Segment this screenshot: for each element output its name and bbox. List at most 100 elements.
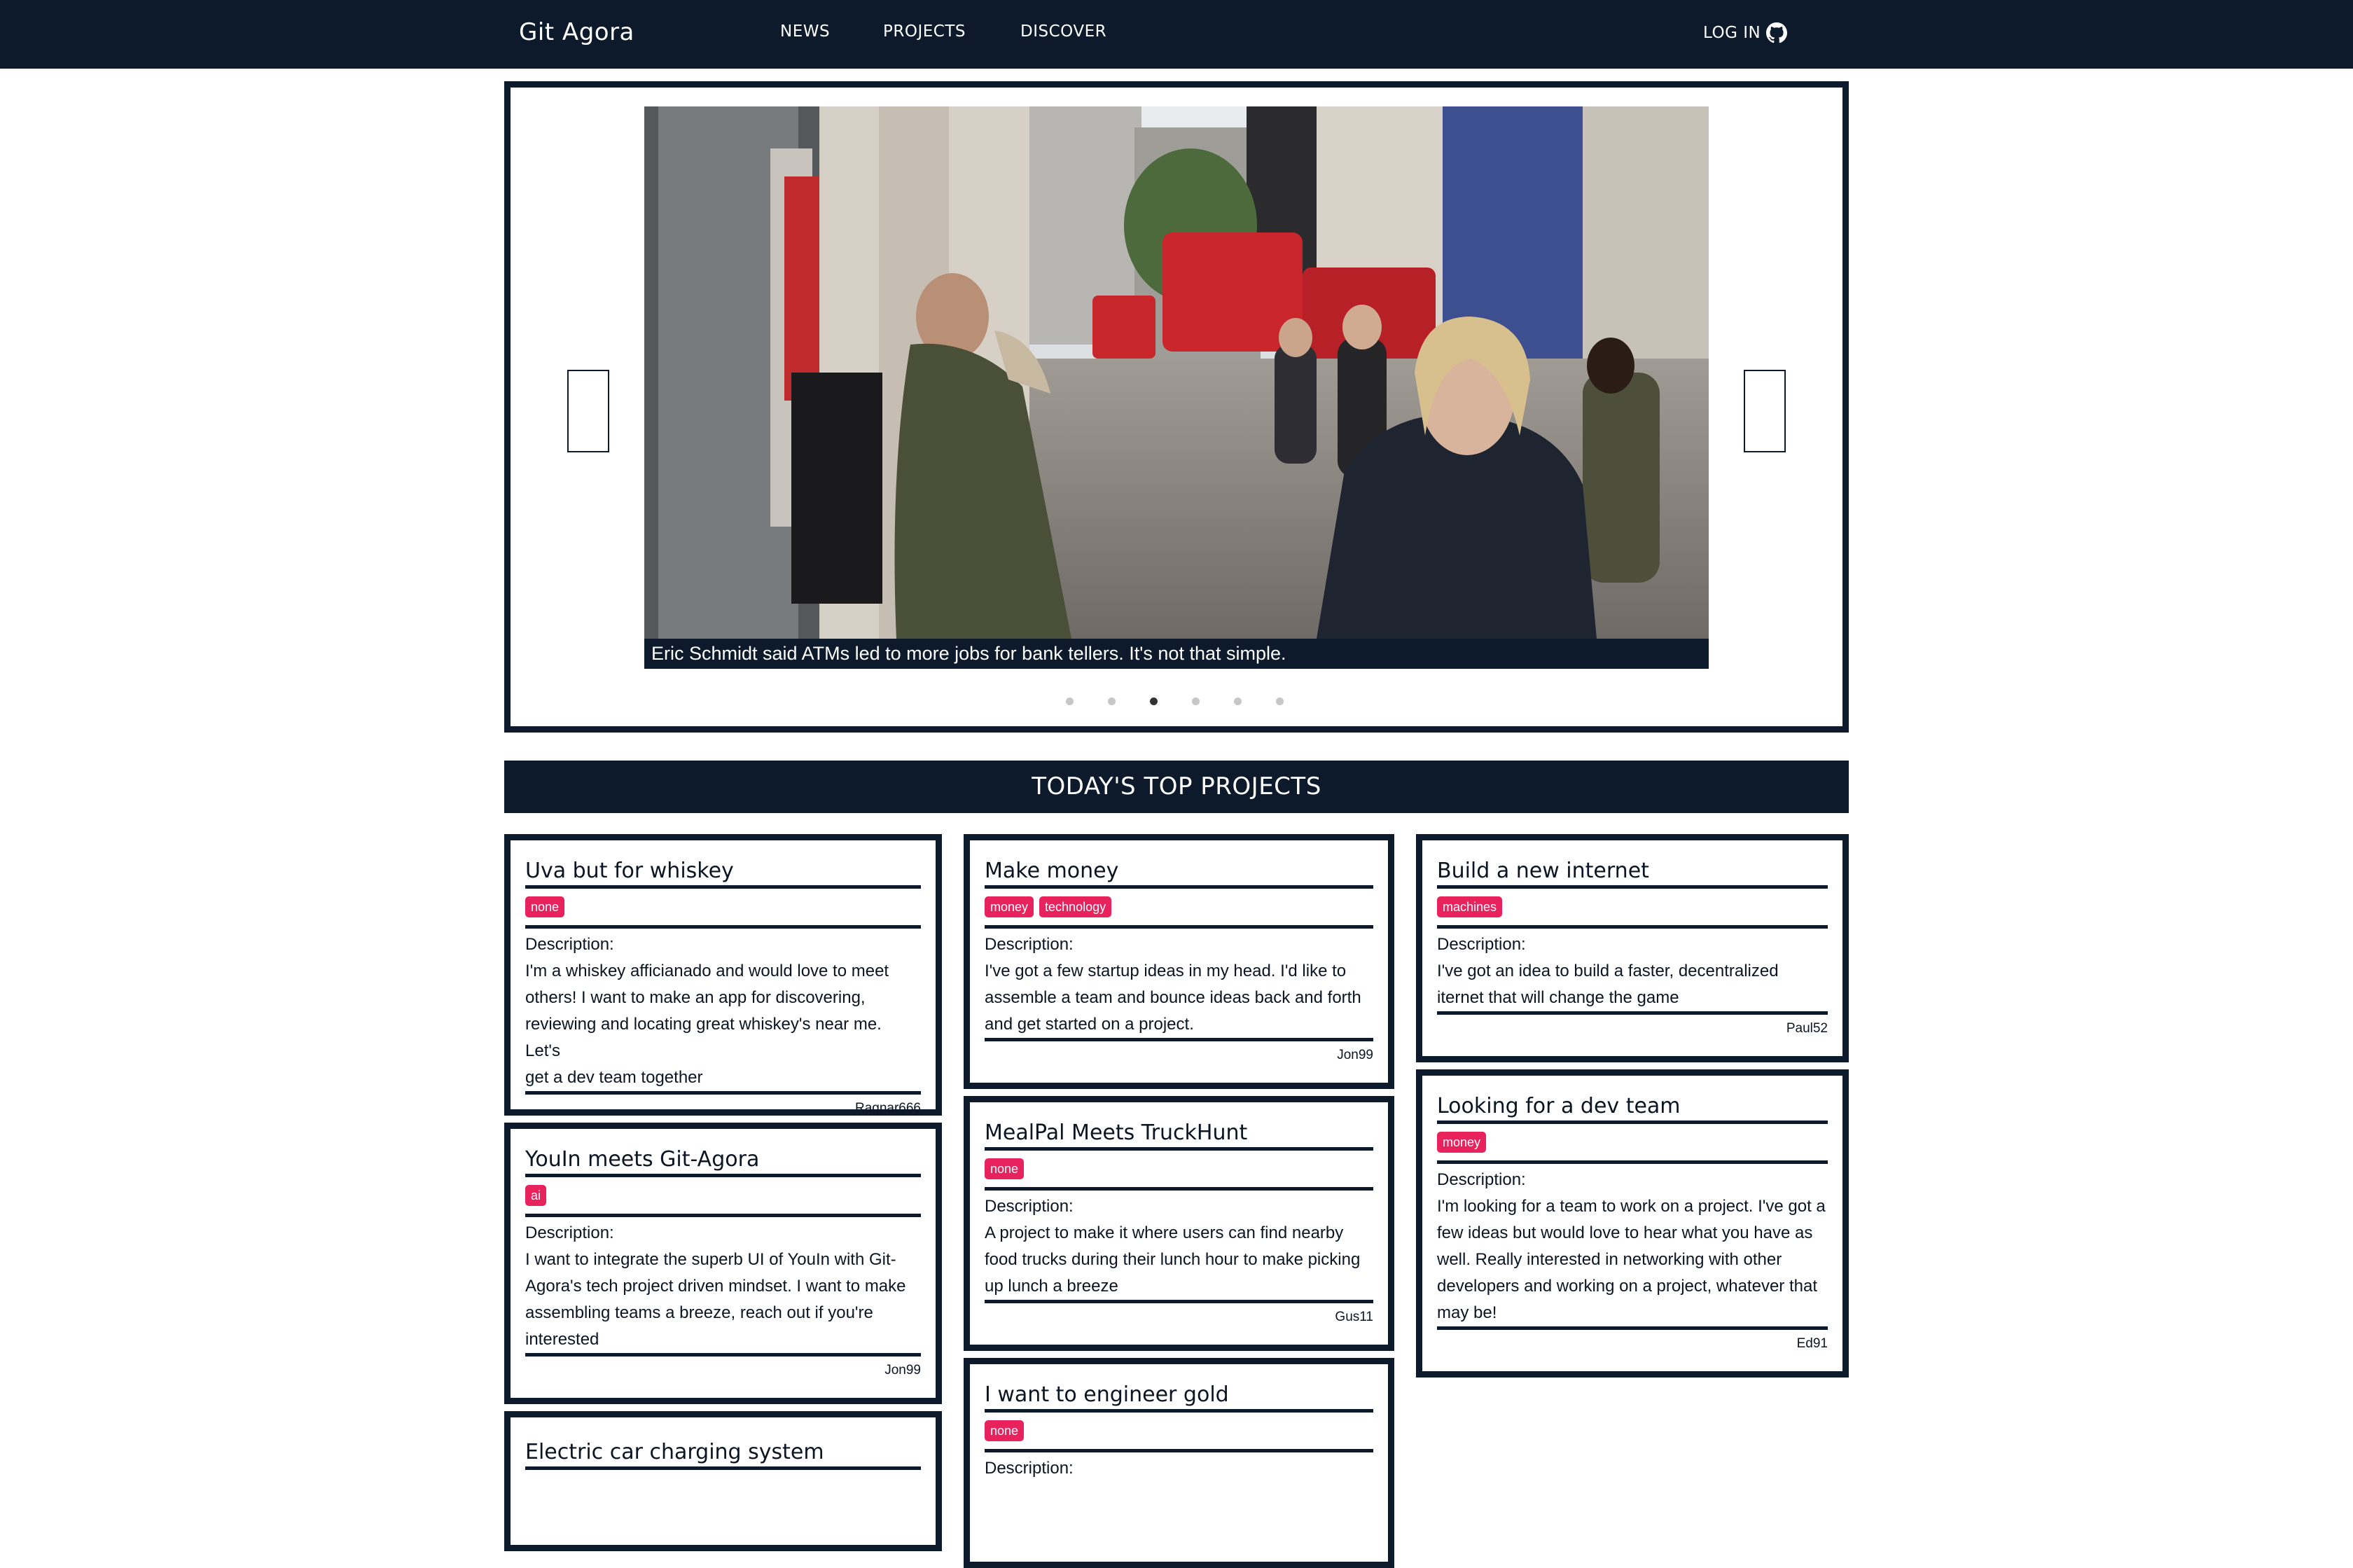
project-author[interactable]: Gus11 bbox=[985, 1307, 1373, 1327]
description-label: Description: bbox=[525, 1223, 614, 1242]
description-line: I've got an idea to build a faster, dece… bbox=[1437, 962, 1779, 980]
description-line: up lunch a breeze bbox=[985, 1277, 1118, 1296]
divider bbox=[985, 1187, 1373, 1191]
section-header: TODAY'S TOP PROJECTS bbox=[504, 761, 1849, 813]
divider bbox=[985, 1449, 1373, 1452]
tag-badge[interactable]: money bbox=[985, 896, 1034, 917]
tag-badge[interactable]: machines bbox=[1437, 896, 1503, 917]
divider bbox=[1437, 1160, 1828, 1164]
project-title[interactable]: Make money bbox=[985, 857, 1373, 885]
divider bbox=[1437, 925, 1828, 929]
divider bbox=[525, 1353, 921, 1357]
divider bbox=[525, 925, 921, 929]
project-author[interactable]: Jon99 bbox=[985, 1046, 1373, 1065]
divider bbox=[1437, 1326, 1828, 1330]
project-author[interactable]: Jon99 bbox=[525, 1361, 921, 1380]
tag-badge[interactable]: none bbox=[985, 1420, 1025, 1441]
project-title[interactable]: Build a new internet bbox=[1437, 857, 1828, 885]
tag-badge[interactable]: ai bbox=[525, 1185, 547, 1206]
description-label: Description: bbox=[1437, 935, 1526, 954]
slide-caption[interactable]: Eric Schmidt said ATMs led to more jobs … bbox=[651, 643, 1286, 665]
tag-badge[interactable]: technology bbox=[1039, 896, 1112, 917]
project-card[interactable]: MealPal Meets TruckHunt none Description… bbox=[964, 1096, 1394, 1351]
tag-badge[interactable]: money bbox=[1437, 1132, 1487, 1153]
description-line: get a dev team together bbox=[525, 1068, 703, 1087]
slide-photo bbox=[644, 106, 1709, 639]
section-title: TODAY'S TOP PROJECTS bbox=[1032, 772, 1321, 800]
description-line: may be! bbox=[1437, 1303, 1497, 1322]
description-line: reviewing and locating great whiskey's n… bbox=[525, 1015, 882, 1060]
description-line: A project to make it where users can fin… bbox=[985, 1223, 1344, 1242]
description-line: assemble a team and bounce ideas back an… bbox=[985, 988, 1361, 1007]
description-label: Description: bbox=[985, 1459, 1074, 1478]
tag-list: none bbox=[985, 1413, 1373, 1449]
project-card[interactable]: Make money money technology Description:… bbox=[964, 834, 1394, 1089]
description-line: I'm a whiskey afficianado and would love… bbox=[525, 962, 889, 980]
login-button[interactable]: LOG IN bbox=[1703, 22, 1788, 43]
project-card[interactable]: Uva but for whiskey none Description: I'… bbox=[504, 834, 942, 1116]
project-card[interactable]: I want to engineer gold none Description… bbox=[964, 1358, 1394, 1568]
tag-list: ai bbox=[525, 1177, 921, 1214]
nav-news-link[interactable]: NEWS bbox=[780, 22, 830, 41]
description-line: Agora's tech project driven mindset. I w… bbox=[525, 1277, 906, 1296]
carousel-dot[interactable] bbox=[1066, 698, 1074, 705]
description-line: I want to integrate the superb UI of You… bbox=[525, 1250, 896, 1269]
project-title[interactable]: I want to engineer gold bbox=[985, 1381, 1373, 1409]
caption-bar: Eric Schmidt said ATMs led to more jobs … bbox=[644, 639, 1709, 669]
carousel-dot[interactable] bbox=[1234, 698, 1242, 705]
tag-list: money bbox=[1437, 1124, 1828, 1160]
nav-projects-link[interactable]: PROJECTS bbox=[883, 22, 966, 41]
project-author[interactable]: Ragnar666 bbox=[525, 1099, 921, 1118]
tag-list: machines bbox=[1437, 889, 1828, 925]
description-line: well. Really interested in networking wi… bbox=[1437, 1250, 1782, 1269]
carousel-dot[interactable] bbox=[1150, 698, 1158, 705]
carousel-prev-button[interactable] bbox=[567, 370, 609, 452]
tag-list: none bbox=[985, 1151, 1373, 1187]
carousel-dot[interactable] bbox=[1276, 698, 1284, 705]
description-label: Description: bbox=[985, 1197, 1074, 1216]
description-line: few ideas but would love to hear what yo… bbox=[1437, 1223, 1813, 1242]
nav-discover-link[interactable]: DISCOVER bbox=[1020, 22, 1106, 41]
divider bbox=[985, 1300, 1373, 1303]
project-author[interactable]: Paul52 bbox=[1437, 1019, 1828, 1039]
carousel-slide[interactable]: Eric Schmidt said ATMs led to more jobs … bbox=[644, 106, 1709, 669]
tag-badge[interactable]: none bbox=[525, 896, 565, 917]
project-title[interactable]: Electric car charging system bbox=[525, 1438, 921, 1466]
description-label: Description: bbox=[985, 935, 1074, 954]
tag-list: none bbox=[525, 889, 921, 925]
description-line: food trucks during their lunch hour to m… bbox=[985, 1250, 1361, 1269]
description-line: I'm looking for a team to work on a proj… bbox=[1437, 1197, 1826, 1216]
carousel-dots bbox=[511, 698, 1842, 707]
description-line: I've got a few startup ideas in my head.… bbox=[985, 962, 1347, 980]
project-title[interactable]: YouIn meets Git-Agora bbox=[525, 1146, 921, 1174]
carousel-next-button[interactable] bbox=[1744, 370, 1786, 452]
divider bbox=[1437, 1011, 1828, 1015]
project-title[interactable]: MealPal Meets TruckHunt bbox=[985, 1119, 1373, 1147]
divider bbox=[525, 1214, 921, 1217]
description-line: iternet that will change the game bbox=[1437, 988, 1679, 1007]
project-card[interactable]: Electric car charging system bbox=[504, 1411, 942, 1551]
project-card[interactable]: YouIn meets Git-Agora ai Description: I … bbox=[504, 1123, 942, 1404]
carousel-dot[interactable] bbox=[1192, 698, 1200, 705]
project-card[interactable]: Build a new internet machines Descriptio… bbox=[1416, 834, 1849, 1062]
description-line: and get started on a project. bbox=[985, 1015, 1194, 1034]
divider bbox=[985, 925, 1373, 929]
project-title[interactable]: Uva but for whiskey bbox=[525, 857, 921, 885]
github-icon bbox=[1766, 22, 1788, 43]
description-line: assembling teams a breeze, reach out if … bbox=[525, 1303, 873, 1322]
divider bbox=[525, 1091, 921, 1095]
description-label: Description: bbox=[525, 935, 614, 954]
brand-logo[interactable]: Git Agora bbox=[519, 18, 634, 46]
project-title[interactable]: Looking for a dev team bbox=[1437, 1092, 1828, 1121]
carousel-dot[interactable] bbox=[1108, 698, 1116, 705]
tag-list: money technology bbox=[985, 889, 1373, 925]
description-line: developers and working on a project, wha… bbox=[1437, 1277, 1817, 1296]
tag-badge[interactable]: none bbox=[985, 1158, 1025, 1179]
divider bbox=[525, 1466, 921, 1470]
project-author[interactable]: Ed91 bbox=[1437, 1334, 1828, 1354]
description-line: others! I want to make an app for discov… bbox=[525, 988, 866, 1007]
divider bbox=[985, 1038, 1373, 1041]
description-label: Description: bbox=[1437, 1170, 1526, 1189]
project-card[interactable]: Looking for a dev team money Description… bbox=[1416, 1069, 1849, 1378]
login-label: LOG IN bbox=[1703, 24, 1761, 42]
